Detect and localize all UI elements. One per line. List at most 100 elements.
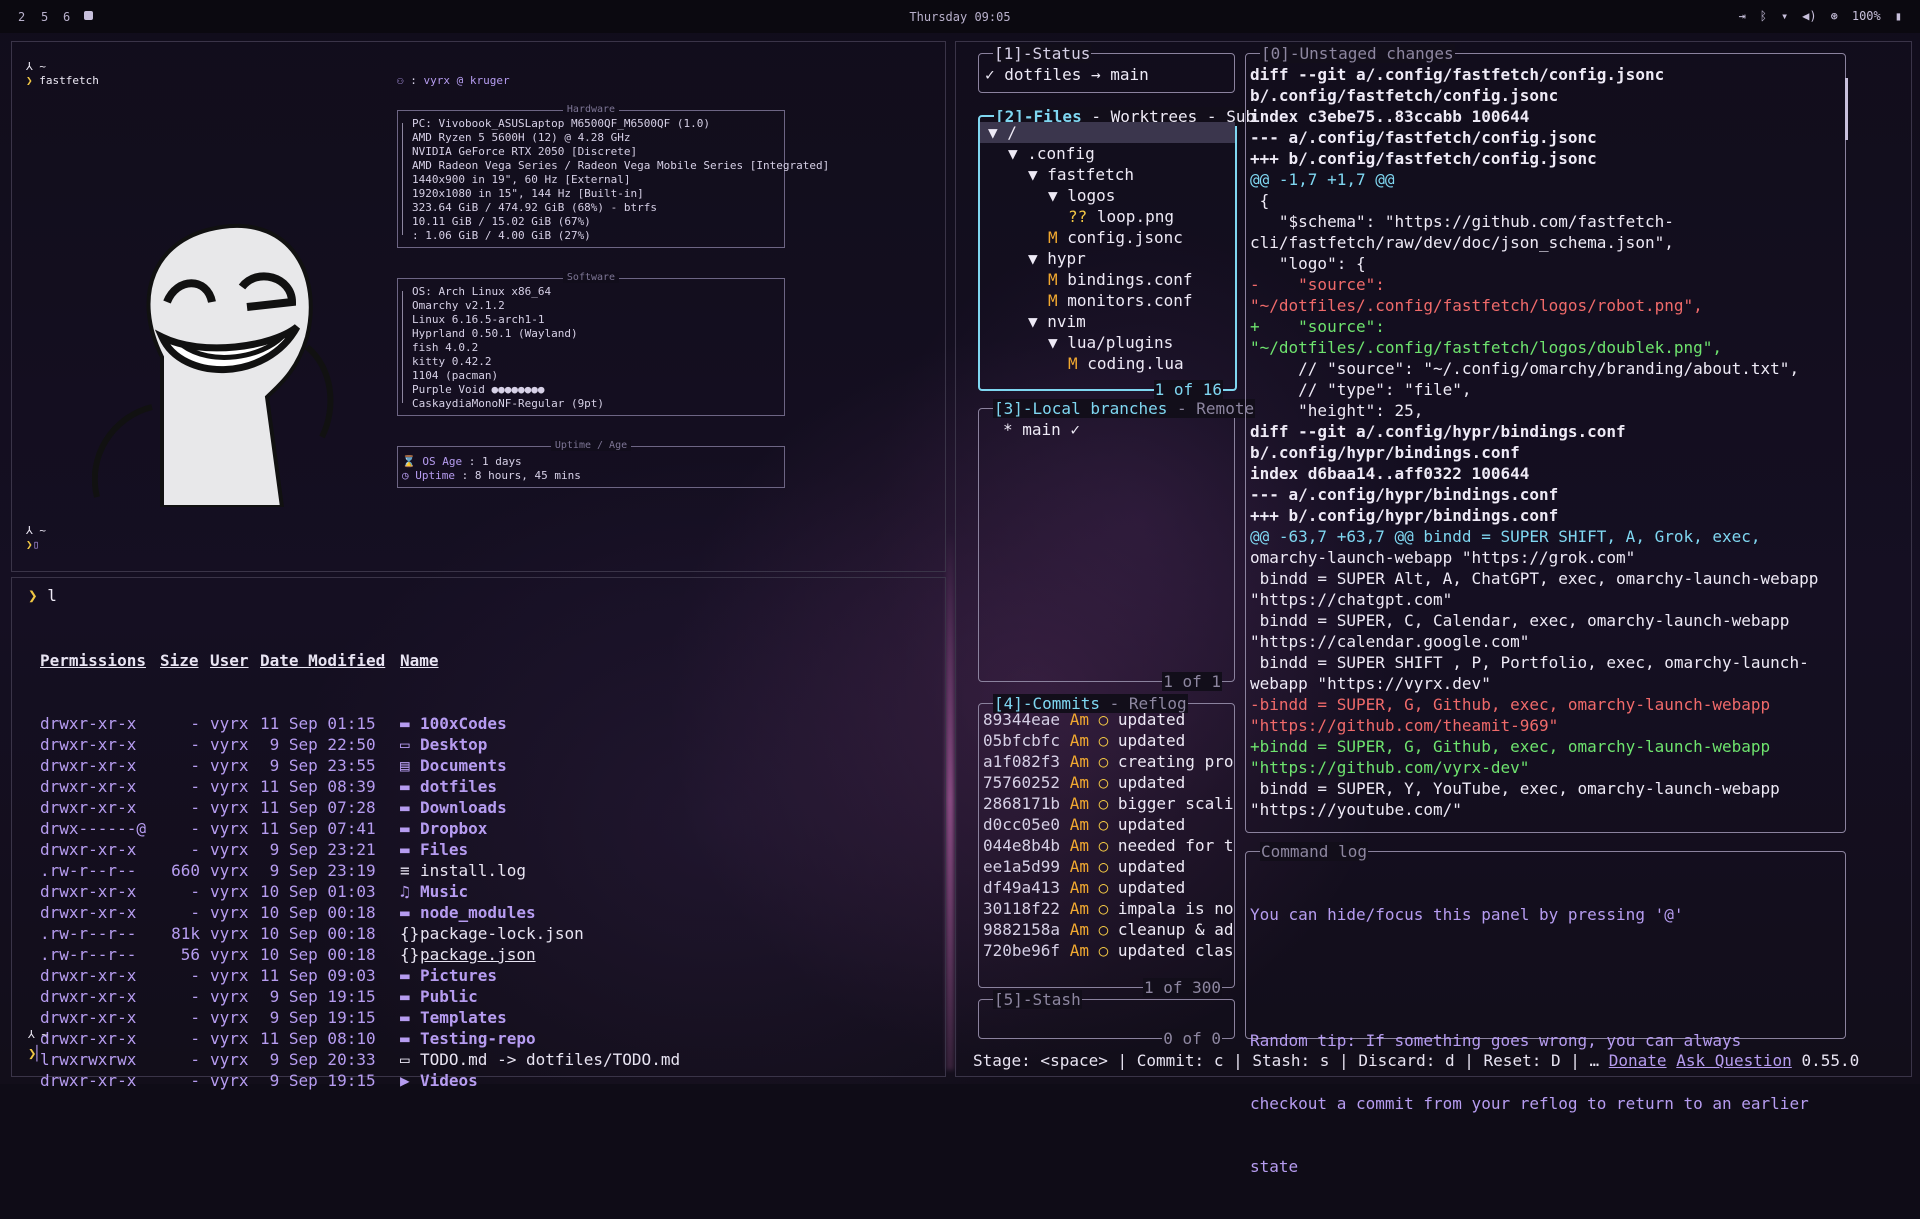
- lg-status-panel[interactable]: [1]-Status ✓ dotfiles → main: [978, 44, 1235, 93]
- lg-commit-row[interactable]: d0cc05e0 Am ○ updated: [983, 814, 1233, 835]
- top-bar: 2 5 6 Thursday 09:05 ⇥ ᛒ ▾ ◀) ⊛ 100% ▮: [0, 0, 1920, 33]
- lg-commit-row[interactable]: 044e8b4b Am ○ needed for time: [983, 835, 1233, 856]
- ls-permissions: drwxr-xr-x: [40, 840, 137, 859]
- lg-commit-row[interactable]: 2868171b Am ○ bigger scaling: [983, 793, 1233, 814]
- ls-filename[interactable]: ▬ Public: [400, 986, 478, 1007]
- lg-commit-row[interactable]: ee1a5d99 Am ○ updated: [983, 856, 1233, 877]
- terminal-lazygit[interactable]: [1]-Status ✓ dotfiles → main [2]-Files -…: [955, 41, 1912, 1176]
- lg-commit-row[interactable]: df49a413 Am ○ updated: [983, 877, 1233, 898]
- lg-commit-row[interactable]: 05bfcbfc Am ○ updated: [983, 730, 1233, 751]
- wifi-icon[interactable]: ▾: [1781, 9, 1788, 23]
- ls-row: drwxr-xr-x - vyrx 11 Sep 07:28 ▬ Downloads: [40, 797, 507, 818]
- lg-commit-row[interactable]: 720be96f Am ○ updated class o: [983, 940, 1233, 961]
- prompt-cursor[interactable]: ❯▯: [26, 538, 39, 551]
- ls-filename[interactable]: ▬ Downloads: [400, 797, 507, 818]
- cpu-icon[interactable]: ⊛: [1831, 9, 1838, 23]
- ls-filename-text: Videos: [420, 1071, 478, 1090]
- lg-commit-row[interactable]: 75760252 Am ○ updated: [983, 772, 1233, 793]
- lg-file-item[interactable]: ▼ lua/plugins: [980, 332, 1235, 353]
- lg-stash-panel[interactable]: [5]-Stash 0 of 0: [978, 990, 1235, 1048]
- lg-file-name: nvim: [1047, 312, 1086, 331]
- volume-icon[interactable]: ◀): [1802, 9, 1816, 23]
- ls-filename[interactable]: ▬ node_modules: [400, 902, 536, 923]
- bluetooth-icon[interactable]: ᛒ: [1760, 9, 1767, 23]
- commit-node-icon: ○: [1088, 857, 1118, 876]
- ask-question-link[interactable]: Ask Question: [1676, 1051, 1792, 1070]
- terminal-fastfetch[interactable]: ⅄ ~ ❯ fastfetch ⚇ : vyrx @ kruger Hardwa…: [11, 41, 946, 572]
- lg-file-item[interactable]: M coding.lua: [980, 353, 1235, 374]
- ls-filename[interactable]: ▬ Pictures: [400, 965, 497, 986]
- lg-diff-line: --- a/.config/hypr/bindings.conf: [1250, 485, 1559, 504]
- ls-filename[interactable]: {}package.json: [400, 944, 536, 965]
- lg-command-log-title[interactable]: Command log: [1260, 842, 1368, 861]
- ls-permissions: .rw-r--r--: [40, 861, 137, 880]
- ls-filename[interactable]: ▬ Files: [400, 839, 468, 860]
- lg-branches-panel[interactable]: [3]-Local branches - Remote * main ✓ 1 o…: [978, 399, 1256, 691]
- lg-diff-scrollbar[interactable]: [1845, 78, 1848, 140]
- ls-filename-text: 100xCodes: [420, 714, 507, 733]
- lg-file-item[interactable]: ▼ logos: [980, 185, 1235, 206]
- lg-commit-message: bigger scaling: [1117, 794, 1233, 813]
- ls-filename[interactable]: ▬ Dropbox: [400, 818, 487, 839]
- lg-commit-row[interactable]: 9882158a Am ○ cleanup & added: [983, 919, 1233, 940]
- hw-pc: PC: Vivobook_ASUSLaptop M6500QF_M6500QF …: [412, 117, 711, 130]
- screen-share-icon[interactable]: ⇥: [1739, 9, 1746, 23]
- lg-file-item[interactable]: M monitors.conf: [980, 290, 1235, 311]
- lg-branches-title[interactable]: [3]-Local branches - Remote: [993, 399, 1256, 418]
- lg-file-item[interactable]: ▼ nvim: [980, 311, 1235, 332]
- ls-prompt-cursor[interactable]: ❯▏: [28, 1046, 45, 1062]
- lg-commit-hash: 720be96f: [983, 941, 1061, 960]
- lg-commits-list: 89344eae Am ○ updated 05bfcbfc Am ○ updat…: [983, 709, 1233, 981]
- lg-file-item[interactable]: ?? loop.png: [980, 206, 1235, 227]
- lg-diff-line: @@ -63,7 +63,7 @@ bindd = SUPER SHIFT, A…: [1250, 527, 1761, 546]
- lg-status-title[interactable]: [1]-Status: [993, 44, 1092, 63]
- lg-file-item[interactable]: M config.jsonc: [980, 227, 1235, 248]
- lg-file-item[interactable]: ▼ .config: [980, 143, 1235, 164]
- ls-filename[interactable]: ▬ 100xCodes: [400, 713, 507, 734]
- ls-filename[interactable]: ♫ Music: [400, 881, 468, 902]
- file-icon: {}: [400, 945, 420, 964]
- hw-disk: 323.64 GiB / 474.92 GiB (68%) - btrfs: [412, 201, 658, 214]
- ls-filename[interactable]: {}package-lock.json: [400, 923, 584, 944]
- ls-filename[interactable]: ▭ TODO.md -> dotfiles/TODO.md: [400, 1049, 680, 1070]
- lg-commit-hash: 75760252: [983, 773, 1061, 792]
- lg-commit-row[interactable]: 89344eae Am ○ updated: [983, 709, 1233, 730]
- lg-files-list: ▼ / ▼ .config ▼ fastfetch ▼ logos?? loop.pn…: [980, 122, 1235, 374]
- lg-file-item[interactable]: ▼ fastfetch: [980, 164, 1235, 185]
- lg-commit-author: Am: [1069, 794, 1089, 813]
- ls-filename[interactable]: ▬ Testing-repo: [400, 1028, 536, 1049]
- lg-file-item[interactable]: M bindings.conf: [980, 269, 1235, 290]
- ls-filename[interactable]: ▭ Desktop: [400, 734, 487, 755]
- ls-size: -: [190, 777, 200, 796]
- battery-label[interactable]: 100%: [1852, 9, 1881, 23]
- lg-command-log-panel[interactable]: Command log You can hide/focus this pane…: [1245, 842, 1846, 1176]
- ls-user: vyrx: [210, 714, 249, 733]
- lg-stash-title[interactable]: [5]-Stash: [993, 990, 1082, 1009]
- lg-commit-message: updated class o: [1117, 941, 1233, 960]
- lg-file-item[interactable]: ▼ /: [980, 122, 1235, 143]
- lg-branch-main[interactable]: * main ✓: [1003, 419, 1080, 440]
- ls-filename[interactable]: ▬ dotfiles: [400, 776, 497, 797]
- lg-diff-title[interactable]: [0]-Unstaged changes: [1260, 44, 1455, 63]
- donate-link[interactable]: Donate: [1609, 1051, 1667, 1070]
- ls-permissions: drwxr-xr-x: [40, 882, 137, 901]
- ls-size: -: [190, 882, 200, 901]
- lg-commit-author: Am: [1069, 836, 1089, 855]
- lg-commits-panel[interactable]: [4]-Commits - Reflog 89344eae Am ○ updat…: [978, 694, 1235, 997]
- sw-os: OS: Arch Linux x86_64: [412, 285, 552, 298]
- terminal-ls[interactable]: ❯ l Permissions Size User Date Modified …: [11, 577, 946, 1090]
- ls-filename[interactable]: ▤ Documents: [400, 755, 507, 776]
- ls-filename[interactable]: ▬ Templates: [400, 1007, 507, 1028]
- ls-size: -: [190, 840, 200, 859]
- lg-file-item[interactable]: ▼ hypr: [980, 248, 1235, 269]
- ls-filename[interactable]: ▶ Videos: [400, 1070, 478, 1091]
- clock[interactable]: Thursday 09:05: [0, 10, 1920, 24]
- sw-wm: Hyprland 0.50.1 (Wayland): [412, 327, 578, 340]
- lg-files-panel[interactable]: [2]-Files - Worktrees - Sub ▼ / ▼ .config…: [978, 107, 1257, 399]
- uptime-line: ◷ Uptime : 8 hours, 45 mins: [402, 469, 581, 482]
- ls-filename[interactable]: ≡ install.log: [400, 860, 526, 881]
- lg-diff-panel[interactable]: [0]-Unstaged changes diff --git a/.confi…: [1245, 44, 1848, 833]
- lg-commit-row[interactable]: a1f082f3 Am ○ creating proble: [983, 751, 1233, 772]
- lg-file-name: loop.png: [1096, 207, 1174, 226]
- lg-commit-row[interactable]: 30118f22 Am ○ impala is not w: [983, 898, 1233, 919]
